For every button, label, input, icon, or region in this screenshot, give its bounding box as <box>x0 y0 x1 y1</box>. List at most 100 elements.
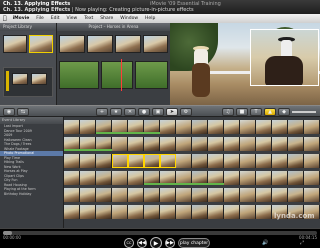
filmstrip-row[interactable] <box>64 120 320 134</box>
filmstrip-frame[interactable] <box>288 137 304 151</box>
camera-import-button[interactable]: ◉ <box>3 108 15 116</box>
library-row[interactable]: Birthday Holiday <box>0 192 63 197</box>
project-clip-11[interactable] <box>101 61 133 89</box>
filmstrip-frame[interactable] <box>64 188 80 202</box>
filmstrip-frame[interactable] <box>224 137 240 151</box>
filmstrip-frame[interactable] <box>272 171 288 185</box>
filmstrip-frame[interactable] <box>144 137 160 151</box>
menu-help[interactable]: Help <box>145 16 155 21</box>
filmstrip-frame[interactable] <box>112 188 128 202</box>
project-clip-12[interactable] <box>135 61 168 89</box>
filmstrip-frame[interactable] <box>224 120 240 134</box>
filmstrip-frame[interactable] <box>288 188 304 202</box>
filmstrip-frame[interactable] <box>256 205 272 219</box>
filmstrip-frame[interactable] <box>80 205 96 219</box>
filmstrip-frame[interactable] <box>208 205 224 219</box>
apple-icon[interactable]:  <box>3 15 7 22</box>
filmstrip-frame[interactable] <box>96 154 112 168</box>
menu-text[interactable]: Text <box>84 16 93 21</box>
filmstrip-frame[interactable] <box>192 120 208 134</box>
filmstrip-row[interactable] <box>64 154 320 168</box>
volume-icon[interactable]: 🔊 <box>262 240 268 246</box>
filmstrip-row[interactable] <box>64 137 320 151</box>
filmstrip-frame[interactable] <box>192 154 208 168</box>
filmstrip-frame[interactable] <box>272 154 288 168</box>
adjust-button[interactable]: ⚙ <box>180 108 192 116</box>
crop-button[interactable]: ▣ <box>152 108 164 116</box>
filmstrip-frame[interactable] <box>112 171 128 185</box>
filmstrip-frame[interactable] <box>176 120 192 134</box>
zoom-slider[interactable] <box>292 111 316 113</box>
filmstrip-frame[interactable] <box>288 120 304 134</box>
filmstrip-frame[interactable] <box>80 188 96 202</box>
photos-button[interactable]: ■ <box>236 108 248 116</box>
menu-file[interactable]: File <box>36 16 44 21</box>
filmstrip-row[interactable] <box>64 171 320 185</box>
filmstrip-frame[interactable] <box>96 171 112 185</box>
project-clip-2[interactable] <box>29 35 53 53</box>
project-clip-1[interactable] <box>3 35 27 53</box>
filmstrip-frame[interactable] <box>224 205 240 219</box>
project-clip-9[interactable] <box>143 35 168 53</box>
filmstrip-frame[interactable] <box>240 188 256 202</box>
reject-button[interactable]: ✕ <box>124 108 136 116</box>
forward-icon[interactable]: ▶▶ <box>165 238 175 248</box>
filmstrip-frame[interactable] <box>128 205 144 219</box>
filmstrip-frame[interactable] <box>256 137 272 151</box>
filmstrip-frame[interactable] <box>112 205 128 219</box>
filmstrip-frame[interactable] <box>128 137 144 151</box>
filmstrip-frame[interactable] <box>240 205 256 219</box>
filmstrip-frame[interactable] <box>176 137 192 151</box>
filmstrip-frame[interactable] <box>96 205 112 219</box>
filmstrip-frame-selected[interactable] <box>144 154 160 168</box>
project-clip-8[interactable] <box>115 35 141 53</box>
filmstrip-frame[interactable] <box>128 171 144 185</box>
filmstrip-frame[interactable] <box>192 137 208 151</box>
filmstrip-frame[interactable] <box>304 188 320 202</box>
filmstrip-frame[interactable] <box>144 205 160 219</box>
filmstrip-frame-selected[interactable] <box>128 154 144 168</box>
project-clip-5[interactable] <box>31 73 47 85</box>
filmstrip-frame[interactable] <box>224 154 240 168</box>
filmstrip-frame[interactable] <box>240 120 256 134</box>
filmstrip-frame[interactable] <box>304 137 320 151</box>
filmstrip-frame[interactable] <box>80 154 96 168</box>
menu-view[interactable]: View <box>67 16 78 21</box>
filmstrip-frame[interactable] <box>176 205 192 219</box>
add-selection-button[interactable]: + <box>96 108 108 116</box>
filmstrip-frame[interactable] <box>304 171 320 185</box>
filmstrip-frame[interactable] <box>304 154 320 168</box>
filmstrip-frame[interactable] <box>112 137 128 151</box>
project-clip-7[interactable] <box>87 35 113 53</box>
filmstrip-frame[interactable] <box>240 171 256 185</box>
filmstrip-frame[interactable] <box>144 188 160 202</box>
project-clip-6[interactable] <box>59 35 85 53</box>
filmstrip-frame[interactable] <box>64 120 80 134</box>
filmstrip-frame-selected[interactable] <box>160 154 176 168</box>
filmstrip-frame[interactable] <box>192 188 208 202</box>
menu-imovie[interactable]: iMovie <box>13 16 30 21</box>
fullscreen-icon[interactable]: ⤢ <box>300 240 304 246</box>
filmstrip-frame[interactable] <box>192 205 208 219</box>
picture-in-picture-overlay[interactable] <box>250 29 319 86</box>
filmstrip-frame[interactable] <box>64 205 80 219</box>
project-clip-10[interactable] <box>59 61 99 89</box>
filmstrip-frame[interactable] <box>272 120 288 134</box>
filmstrip-frame[interactable] <box>256 188 272 202</box>
filmstrip-frame[interactable] <box>240 154 256 168</box>
maps-button[interactable]: ◆ <box>278 108 290 116</box>
filmstrip-frame[interactable] <box>224 171 240 185</box>
play-chapter-button[interactable]: play chapter <box>178 238 210 248</box>
title-button[interactable]: T <box>250 108 262 116</box>
filmstrip-frame[interactable] <box>272 137 288 151</box>
filmstrip-frame-selected[interactable] <box>112 154 128 168</box>
voiceover-button[interactable]: ● <box>138 108 150 116</box>
transitions-button[interactable]: ▲ <box>264 108 276 116</box>
filmstrip-frame[interactable] <box>208 154 224 168</box>
filmstrip-frame[interactable] <box>256 154 272 168</box>
filmstrip-frame[interactable] <box>288 154 304 168</box>
swap-button[interactable]: ⇆ <box>17 108 29 116</box>
filmstrip-frame[interactable] <box>176 154 192 168</box>
filmstrip-frame[interactable] <box>272 188 288 202</box>
filmstrip-frame[interactable] <box>304 120 320 134</box>
